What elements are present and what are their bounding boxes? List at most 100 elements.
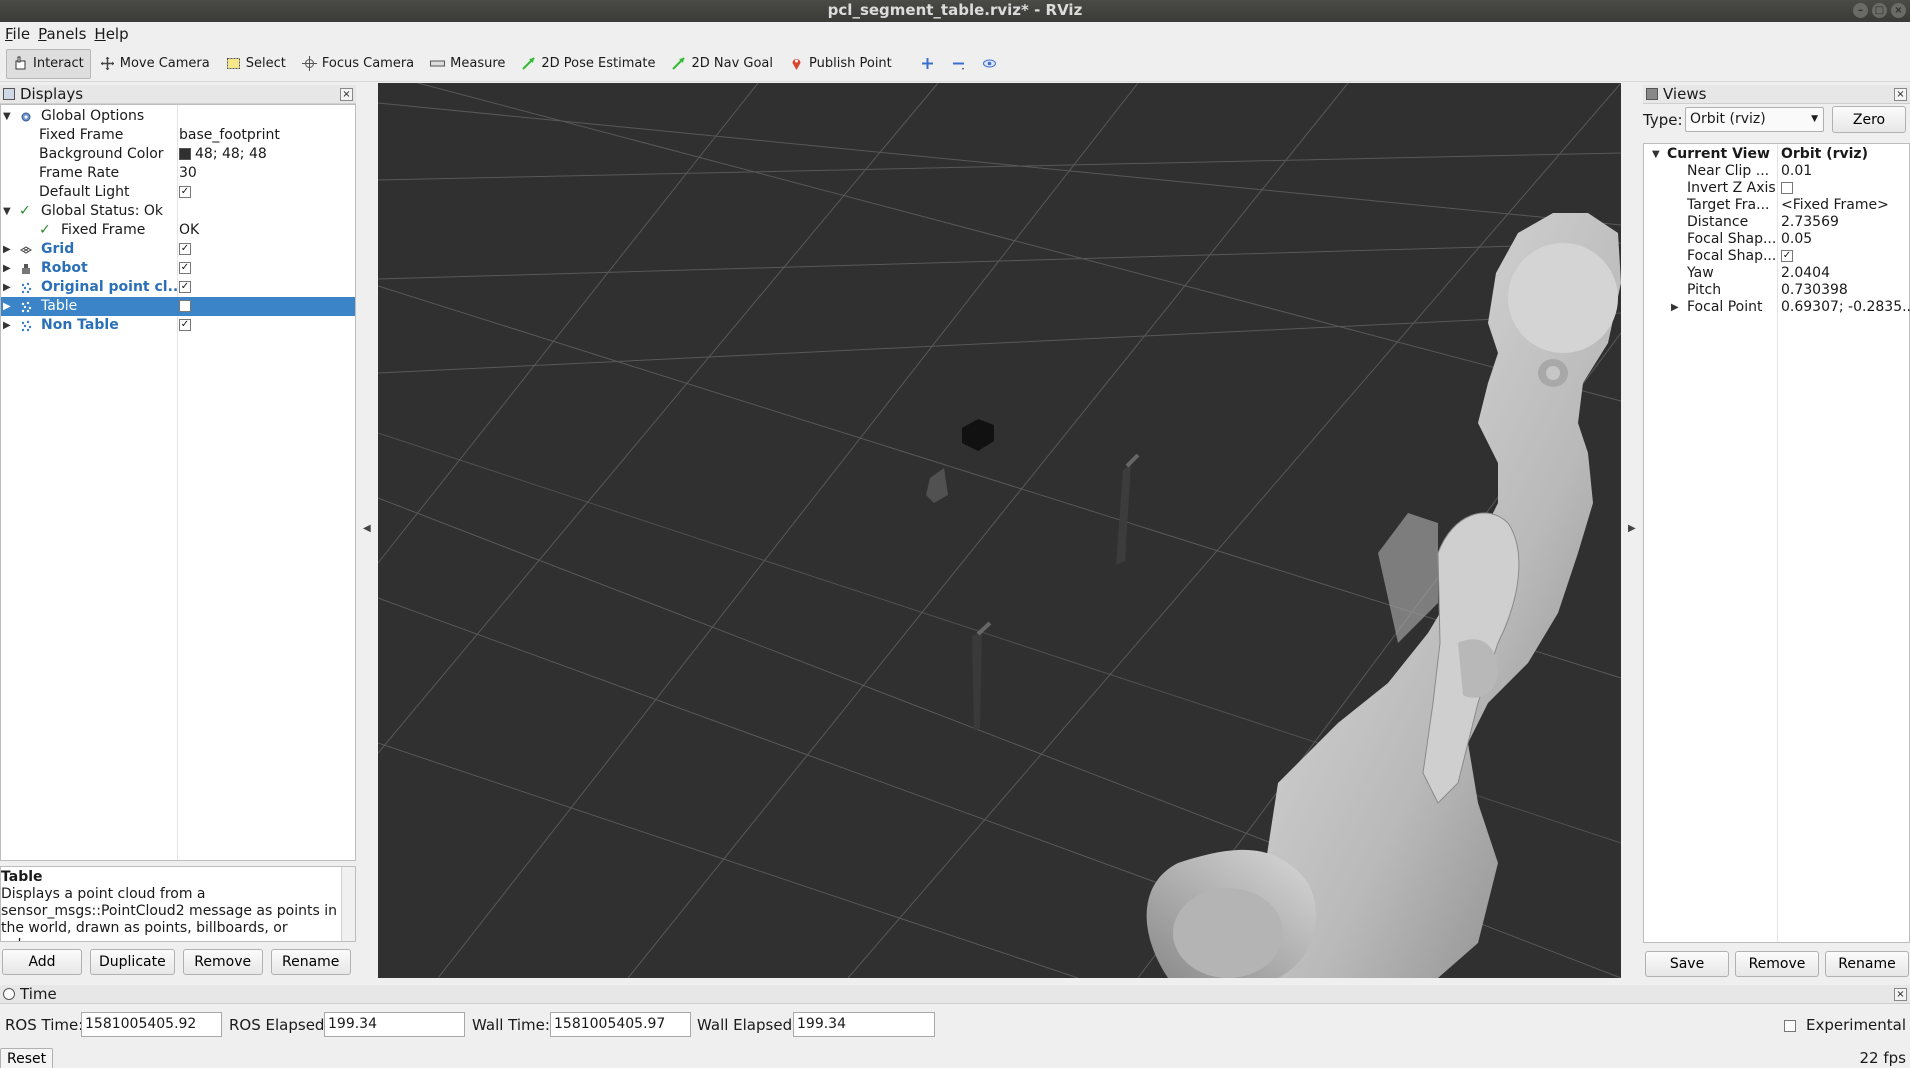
expand-arrow-icon[interactable]: ▶ xyxy=(3,240,11,259)
checkmark-icon: ✓ xyxy=(179,262,191,274)
select-tool-button[interactable]: Select xyxy=(219,49,293,79)
move-arrows-icon xyxy=(100,57,114,70)
remove-display-button[interactable]: Remove xyxy=(182,949,263,975)
views-header: Views × xyxy=(1643,85,1910,104)
view-properties-tree[interactable]: ▼ Current View Orbit (rviz) Near Clip ..… xyxy=(1643,143,1910,943)
table-checkbox[interactable] xyxy=(179,297,191,316)
reset-button[interactable]: Reset xyxy=(0,1048,54,1068)
add-tool-button[interactable] xyxy=(913,49,942,79)
background-color-value[interactable]: 48; 48; 48 xyxy=(179,145,267,164)
tool-properties-button[interactable] xyxy=(975,49,1004,79)
rename-view-button[interactable]: Rename xyxy=(1825,951,1909,977)
right-panel-splitter[interactable]: ▶ xyxy=(1623,83,1641,978)
tree-row-focal-shape-fixed[interactable]: Focal Shap... ✓ xyxy=(1644,248,1910,265)
robot-checkbox[interactable]: ✓ xyxy=(179,259,191,278)
nav-goal-tool-button[interactable]: 2D Nav Goal xyxy=(664,49,780,79)
frame-rate-value[interactable]: 30 xyxy=(179,164,197,183)
close-icon[interactable]: × xyxy=(1891,3,1906,18)
original-point-cloud-checkbox[interactable]: ✓ xyxy=(179,278,191,297)
expand-arrow-icon[interactable]: ▼ xyxy=(1652,146,1660,163)
tree-row-global-options[interactable]: ▼ Global Options xyxy=(1,107,355,126)
pose-estimate-tool-button[interactable]: 2D Pose Estimate xyxy=(514,49,662,79)
ros-time-field[interactable]: 1581005405.92 xyxy=(81,1012,222,1037)
menu-panels[interactable]: Panels xyxy=(35,22,89,46)
expand-arrow-icon[interactable]: ▶ xyxy=(3,278,11,297)
remove-view-button[interactable]: Remove xyxy=(1735,951,1819,977)
expand-arrow-icon[interactable]: ▶ xyxy=(3,297,11,316)
render-3d-view[interactable] xyxy=(378,83,1621,978)
tree-row-target-frame[interactable]: Target Fra... <Fixed Frame> xyxy=(1644,197,1910,214)
publish-point-tool-button[interactable]: Publish Point xyxy=(782,49,899,79)
tree-row-original-point-cloud[interactable]: ▶ Original point cl... ✓ xyxy=(1,278,355,297)
focal-shape-checkbox[interactable]: ✓ xyxy=(1781,248,1793,265)
checkmark-icon: ✓ xyxy=(179,186,191,198)
expand-arrow-icon[interactable]: ▶ xyxy=(3,316,11,335)
rename-display-button[interactable]: Rename xyxy=(270,949,351,975)
measure-tool-button[interactable]: Measure xyxy=(423,49,512,79)
tree-row-fixed-frame[interactable]: Fixed Frame base_footprint xyxy=(1,126,355,145)
tree-row-distance[interactable]: Distance 2.73569 xyxy=(1644,214,1910,231)
wall-elapsed-label: Wall Elapsed: xyxy=(697,1016,798,1034)
zero-button[interactable]: Zero xyxy=(1832,106,1906,133)
duplicate-display-button[interactable]: Duplicate xyxy=(90,949,175,975)
tree-row-status-fixed-frame[interactable]: ✓ Fixed Frame OK xyxy=(1,221,355,240)
ros-elapsed-field[interactable]: 199.34 xyxy=(324,1012,465,1037)
tree-row-pitch[interactable]: Pitch 0.730398 xyxy=(1644,282,1910,299)
close-icon[interactable]: × xyxy=(340,88,353,101)
window-title: pcl_segment_table.rviz* - RViz xyxy=(827,1,1083,19)
close-icon[interactable]: × xyxy=(1894,88,1907,101)
view-type-select[interactable]: Orbit (rviz) ▼ xyxy=(1685,107,1824,132)
tree-row-global-status[interactable]: ▼ ✓ Global Status: Ok xyxy=(1,202,355,221)
minus-icon xyxy=(952,62,964,70)
experimental-checkbox[interactable] xyxy=(1784,1016,1796,1034)
wall-time-field[interactable]: 1581005405.97 xyxy=(550,1012,691,1037)
tree-row-background-color[interactable]: Background Color 48; 48; 48 xyxy=(1,145,355,164)
tree-row-robot[interactable]: ▶ Robot ✓ xyxy=(1,259,355,278)
move-camera-tool-button[interactable]: Move Camera xyxy=(93,49,217,79)
minimize-icon[interactable]: – xyxy=(1853,3,1868,18)
collapse-right-icon[interactable]: ▶ xyxy=(1628,523,1636,534)
tree-row-invert-z-axis[interactable]: Invert Z Axis xyxy=(1644,180,1910,197)
expand-arrow-icon[interactable]: ▼ xyxy=(3,202,11,221)
tree-row-near-clip[interactable]: Near Clip ... 0.01 xyxy=(1644,163,1910,180)
tree-row-grid[interactable]: ▶ Grid ✓ xyxy=(1,240,355,259)
save-view-button[interactable]: Save xyxy=(1645,951,1729,977)
pose-estimate-tool-label: 2D Pose Estimate xyxy=(541,56,656,71)
left-panel-splitter[interactable]: ◀ xyxy=(358,83,376,978)
focus-camera-tool-button[interactable]: Focus Camera xyxy=(295,49,421,79)
camera-icon xyxy=(1646,88,1658,100)
scene-canvas[interactable] xyxy=(378,83,1621,978)
tree-row-table[interactable]: ▶ Table xyxy=(1,297,355,316)
default-light-checkbox[interactable]: ✓ xyxy=(179,183,191,202)
menu-help[interactable]: Help xyxy=(91,22,131,46)
close-icon[interactable]: × xyxy=(1894,988,1907,1001)
invert-z-checkbox[interactable] xyxy=(1781,180,1793,197)
add-display-button[interactable]: Add xyxy=(2,949,82,975)
clock-icon xyxy=(3,988,15,1000)
expand-arrow-icon[interactable]: ▶ xyxy=(1671,299,1679,316)
grid-checkbox[interactable]: ✓ xyxy=(179,240,191,259)
tree-row-current-view[interactable]: ▼ Current View Orbit (rviz) xyxy=(1644,146,1910,163)
expand-arrow-icon[interactable]: ▼ xyxy=(3,107,11,126)
tree-row-focal-shape-size[interactable]: Focal Shap... 0.05 xyxy=(1644,231,1910,248)
maximize-icon[interactable]: □ xyxy=(1872,3,1887,18)
non-table-checkbox[interactable]: ✓ xyxy=(179,316,191,335)
fixed-frame-value[interactable]: base_footprint xyxy=(179,126,280,145)
displays-panel-icon xyxy=(3,88,15,100)
ruler-icon xyxy=(430,60,446,67)
displays-buttons: Add Duplicate Remove Rename xyxy=(0,949,356,979)
description-scrollbar[interactable] xyxy=(341,867,355,941)
displays-tree[interactable]: ▼ Global Options Fixed Frame base_footpr… xyxy=(0,104,356,861)
collapse-left-icon[interactable]: ◀ xyxy=(363,523,371,534)
original-point-cloud-label: Original point cl... xyxy=(41,279,184,295)
tree-row-frame-rate[interactable]: Frame Rate 30 xyxy=(1,164,355,183)
expand-arrow-icon[interactable]: ▶ xyxy=(3,259,11,278)
menu-file[interactable]: File xyxy=(2,22,33,46)
tree-row-yaw[interactable]: Yaw 2.0404 xyxy=(1644,265,1910,282)
interact-tool-button[interactable]: Interact xyxy=(6,48,91,79)
remove-tool-button[interactable] xyxy=(944,49,973,79)
tree-row-non-table[interactable]: ▶ Non Table ✓ xyxy=(1,316,355,335)
tree-row-focal-point[interactable]: ▶ Focal Point 0.69307; -0.2835... xyxy=(1644,299,1910,316)
tree-row-default-light[interactable]: Default Light ✓ xyxy=(1,183,355,202)
wall-elapsed-field[interactable]: 199.34 xyxy=(793,1012,935,1037)
